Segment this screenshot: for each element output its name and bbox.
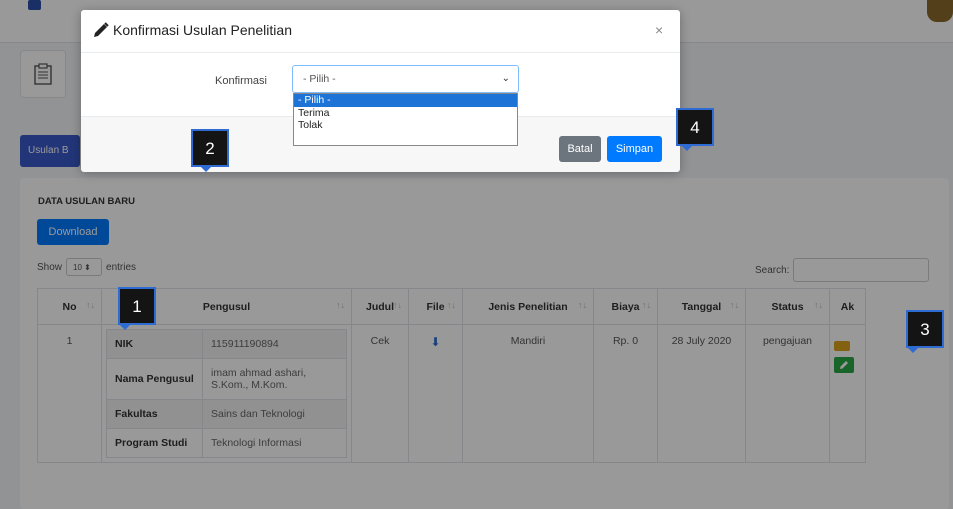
callout-2: 2	[191, 129, 229, 172]
simpan-button[interactable]: Simpan	[607, 136, 662, 162]
callout-tail	[906, 346, 920, 353]
option-tolak[interactable]: Tolak	[294, 119, 517, 132]
pencil-icon	[94, 22, 109, 37]
modal-title: Konfirmasi Usulan Penelitian	[93, 22, 292, 38]
konfirmasi-dropdown-list: - Pilih - Terima Tolak	[293, 93, 518, 146]
callout-tail	[680, 144, 694, 151]
callout-tail	[118, 323, 132, 330]
option-terima[interactable]: Terima	[294, 107, 517, 120]
konfirmasi-label: Konfirmasi	[215, 75, 267, 87]
batal-button[interactable]: Batal	[559, 136, 601, 162]
konfirmasi-select[interactable]: - Pilih - ⌄	[292, 65, 519, 93]
konfirmasi-modal: Konfirmasi Usulan Penelitian × Konfirmas…	[81, 10, 680, 172]
chevron-down-icon: ⌄	[501, 73, 510, 84]
callout-3: 3	[906, 310, 944, 353]
modal-header: Konfirmasi Usulan Penelitian ×	[81, 10, 680, 53]
modal-title-text: Konfirmasi Usulan Penelitian	[113, 22, 292, 38]
close-icon[interactable]: ×	[655, 22, 663, 38]
select-value: - Pilih -	[303, 73, 336, 85]
callout-tail	[199, 165, 213, 172]
callout-4: 4	[676, 108, 714, 151]
option-pilih[interactable]: - Pilih -	[294, 94, 517, 107]
callout-1: 1	[118, 287, 156, 330]
